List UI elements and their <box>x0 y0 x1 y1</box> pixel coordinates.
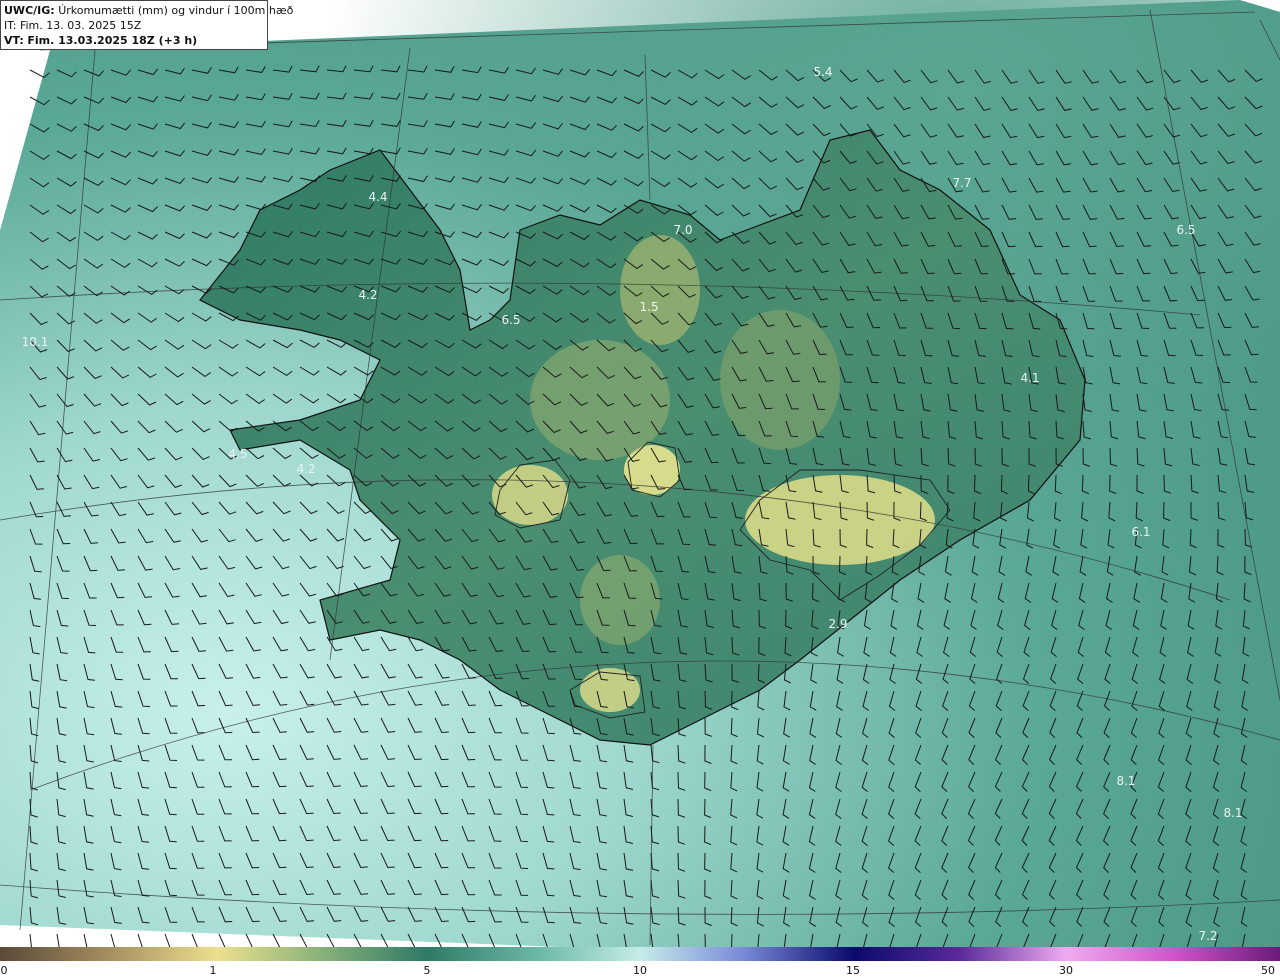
colorbar <box>0 947 1280 961</box>
map-label: 10.1 <box>22 335 49 349</box>
map-label: 6.5 <box>501 313 520 327</box>
map-label: 6.1 <box>1131 525 1150 539</box>
map-label: 2.9 <box>828 617 847 631</box>
map-label: 7.2 <box>1198 929 1217 943</box>
colorbar-tick: 15 <box>846 964 860 977</box>
issue-time: IT: Fim. 13. 03. 2025 15Z <box>4 19 142 32</box>
colorbar-ticks: 0 1 5 10 15 30 50 <box>0 961 1280 978</box>
map-label: 7.0 <box>673 223 692 237</box>
map-label: 6.5 <box>1176 223 1195 237</box>
colorbar-tick: 0 <box>0 964 8 977</box>
model-label: UWC/IG: <box>4 4 55 17</box>
header-title-line: UWC/IG: Úrkomumætti (mm) og vindur í 100… <box>4 3 293 18</box>
precipitation-wind-map: 5.4 4.4 4.2 7.0 1.5 6.5 7.7 10.1 4.1 4.5… <box>0 0 1280 947</box>
map-label: 4.2 <box>296 462 315 476</box>
map-label: 7.7 <box>952 176 971 190</box>
map-label: 1.5 <box>639 300 658 314</box>
map-label: 4.2 <box>358 288 377 302</box>
map-label: 5.4 <box>813 65 832 79</box>
map-label: 4.1 <box>1020 371 1039 385</box>
map-header: UWC/IG: Úrkomumætti (mm) og vindur í 100… <box>0 0 293 50</box>
colorbar-tick: 30 <box>1059 964 1073 977</box>
colorbar-tick: 5 <box>423 964 431 977</box>
colorbar-tick: 1 <box>209 964 217 977</box>
map-label: 8.1 <box>1116 774 1135 788</box>
map-label: 4.5 <box>228 447 247 461</box>
valid-time: Fim. 13.03.2025 18Z (+3 h) <box>27 34 198 47</box>
map-label: 8.1 <box>1223 806 1242 820</box>
colorbar-tick: 50 <box>1261 964 1275 977</box>
valid-time-label: VT: <box>4 34 24 47</box>
map-label: 4.4 <box>368 190 387 204</box>
map-title: Úrkomumætti (mm) og vindur í 100m hæð <box>58 4 294 17</box>
colorbar-tick: 10 <box>633 964 647 977</box>
valid-time-line: VT: Fim. 13.03.2025 18Z (+3 h) <box>4 33 264 48</box>
